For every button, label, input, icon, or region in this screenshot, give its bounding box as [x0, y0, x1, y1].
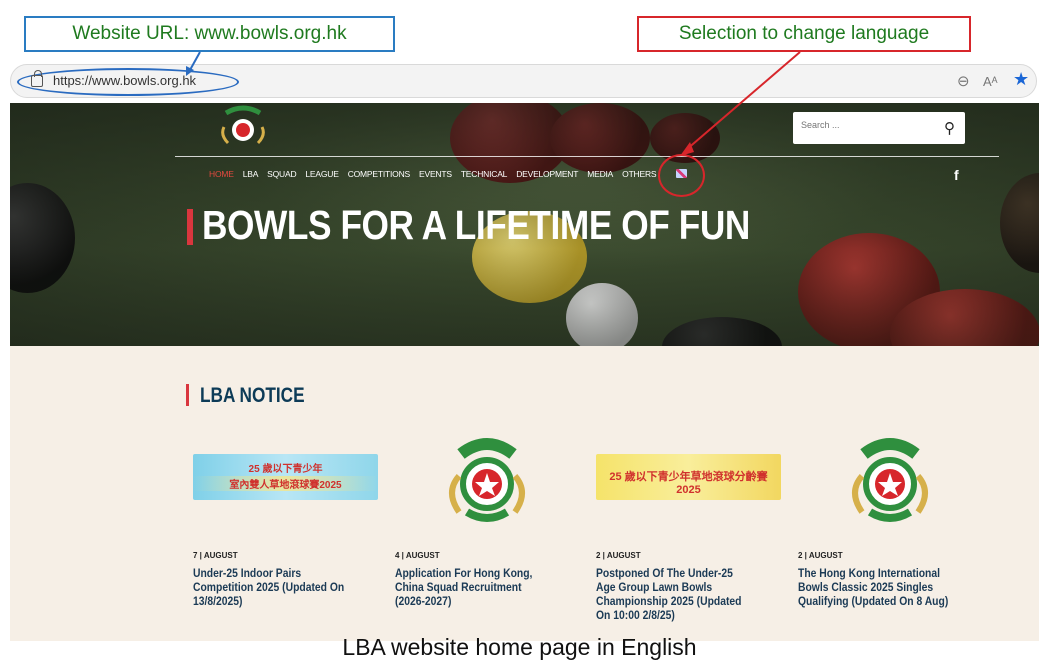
nav-item-competitions[interactable]: COMPETITIONS: [348, 169, 410, 179]
hero-banner: ⚲ HOME LBA SQUAD LEAGUE COMPETITIONS EVE…: [10, 103, 1039, 346]
notice-card[interactable]: 25 歲以下青少年草地滾球分齡賽 2025 2 | AUGUST Postpon…: [596, 436, 786, 622]
hero-title: BOWLS FOR A LIFETIME OF FUN: [202, 202, 750, 248]
search-box[interactable]: ⚲: [793, 112, 965, 144]
language-callout: Selection to change language: [637, 16, 971, 52]
hero-accent-bar: [187, 209, 193, 245]
facebook-icon[interactable]: f: [954, 167, 959, 183]
screenshot-page: Website URL: www.bowls.org.hk Selection …: [0, 0, 1039, 660]
figure-caption: LBA website home page in English: [342, 634, 697, 660]
banner-text: 25 歲以下青少年草地滾球分齡賽 2025: [609, 471, 768, 496]
nav-item-others[interactable]: OTHERS: [622, 169, 656, 179]
nav-item-media[interactable]: MEDIA: [587, 169, 613, 179]
address-url[interactable]: https://www.bowls.org.hk: [53, 73, 196, 88]
search-input[interactable]: [801, 120, 931, 130]
banner-text: 室內雙人草地滾球賽2025: [193, 476, 378, 491]
notice-card[interactable]: 4 | AUGUST Application For Hong Kong, Ch…: [395, 436, 585, 608]
zoom-icon[interactable]: ⊖: [957, 72, 970, 90]
nav-item-lba[interactable]: LBA: [243, 169, 259, 179]
notice-card[interactable]: 2 | AUGUST The Hong Kong International B…: [798, 436, 988, 608]
nav-item-league[interactable]: LEAGUE: [305, 169, 338, 179]
nav-item-technical[interactable]: TECHNICAL: [461, 169, 508, 179]
notice-card-image[interactable]: 25 歲以下青少年 室內雙人草地滾球賽2025: [193, 436, 383, 526]
search-icon[interactable]: ⚲: [944, 119, 955, 137]
notice-date: 2 | AUGUST: [596, 551, 641, 560]
url-callout: Website URL: www.bowls.org.hk: [24, 16, 395, 52]
event-banner-image[interactable]: 25 歲以下青少年 室內雙人草地滾球賽2025: [193, 454, 378, 500]
notice-card-image[interactable]: [798, 436, 988, 526]
notice-date: 7 | AUGUST: [193, 551, 238, 560]
nav-item-squad[interactable]: SQUAD: [267, 169, 296, 179]
event-banner-image[interactable]: 25 歲以下青少年草地滾球分齡賽 2025: [596, 454, 781, 500]
notice-card-image[interactable]: [395, 436, 585, 526]
lock-icon[interactable]: [31, 70, 43, 87]
notice-title-link[interactable]: Postponed Of The Under-25 Age Group Lawn…: [596, 567, 749, 623]
notice-card-image[interactable]: 25 歲以下青少年草地滾球分齡賽 2025: [596, 436, 786, 526]
notice-card[interactable]: 25 歲以下青少年 室內雙人草地滾球賽2025 7 | AUGUST Under…: [193, 436, 383, 608]
nav-divider: [175, 156, 999, 157]
notice-date: 4 | AUGUST: [395, 551, 440, 560]
lawn-bowls-emblem-icon[interactable]: [842, 432, 938, 528]
nav-item-events[interactable]: EVENTS: [419, 169, 452, 179]
nav-item-development[interactable]: DEVELOPMENT: [516, 169, 578, 179]
read-aloud-icon[interactable]: Aᴬ: [983, 74, 998, 89]
browser-address-bar[interactable]: https://www.bowls.org.hk ⊖ Aᴬ ★: [10, 64, 1037, 98]
notice-title-link[interactable]: Application For Hong Kong, China Squad R…: [395, 567, 548, 609]
notice-heading: LBA NOTICE: [200, 384, 305, 407]
notice-date: 2 | AUGUST: [798, 551, 843, 560]
lba-notice-section: LBA NOTICE 25 歲以下青少年 室內雙人草地滾球賽2025 7 | A…: [10, 346, 1039, 641]
notice-accent-bar: [186, 384, 189, 406]
nav-item-home[interactable]: HOME: [209, 169, 234, 179]
lba-logo[interactable]: [218, 105, 268, 149]
favorite-star-icon[interactable]: ★: [1013, 69, 1029, 90]
banner-text: 25 歲以下青少年: [248, 464, 323, 475]
language-highlight-circle: [658, 154, 705, 197]
main-nav: HOME LBA SQUAD LEAGUE COMPETITIONS EVENT…: [209, 169, 657, 179]
notice-title-link[interactable]: The Hong Kong International Bowls Classi…: [798, 567, 951, 609]
notice-title-link[interactable]: Under-25 Indoor Pairs Competition 2025 (…: [193, 567, 346, 609]
lawn-bowls-emblem-icon[interactable]: [439, 432, 535, 528]
